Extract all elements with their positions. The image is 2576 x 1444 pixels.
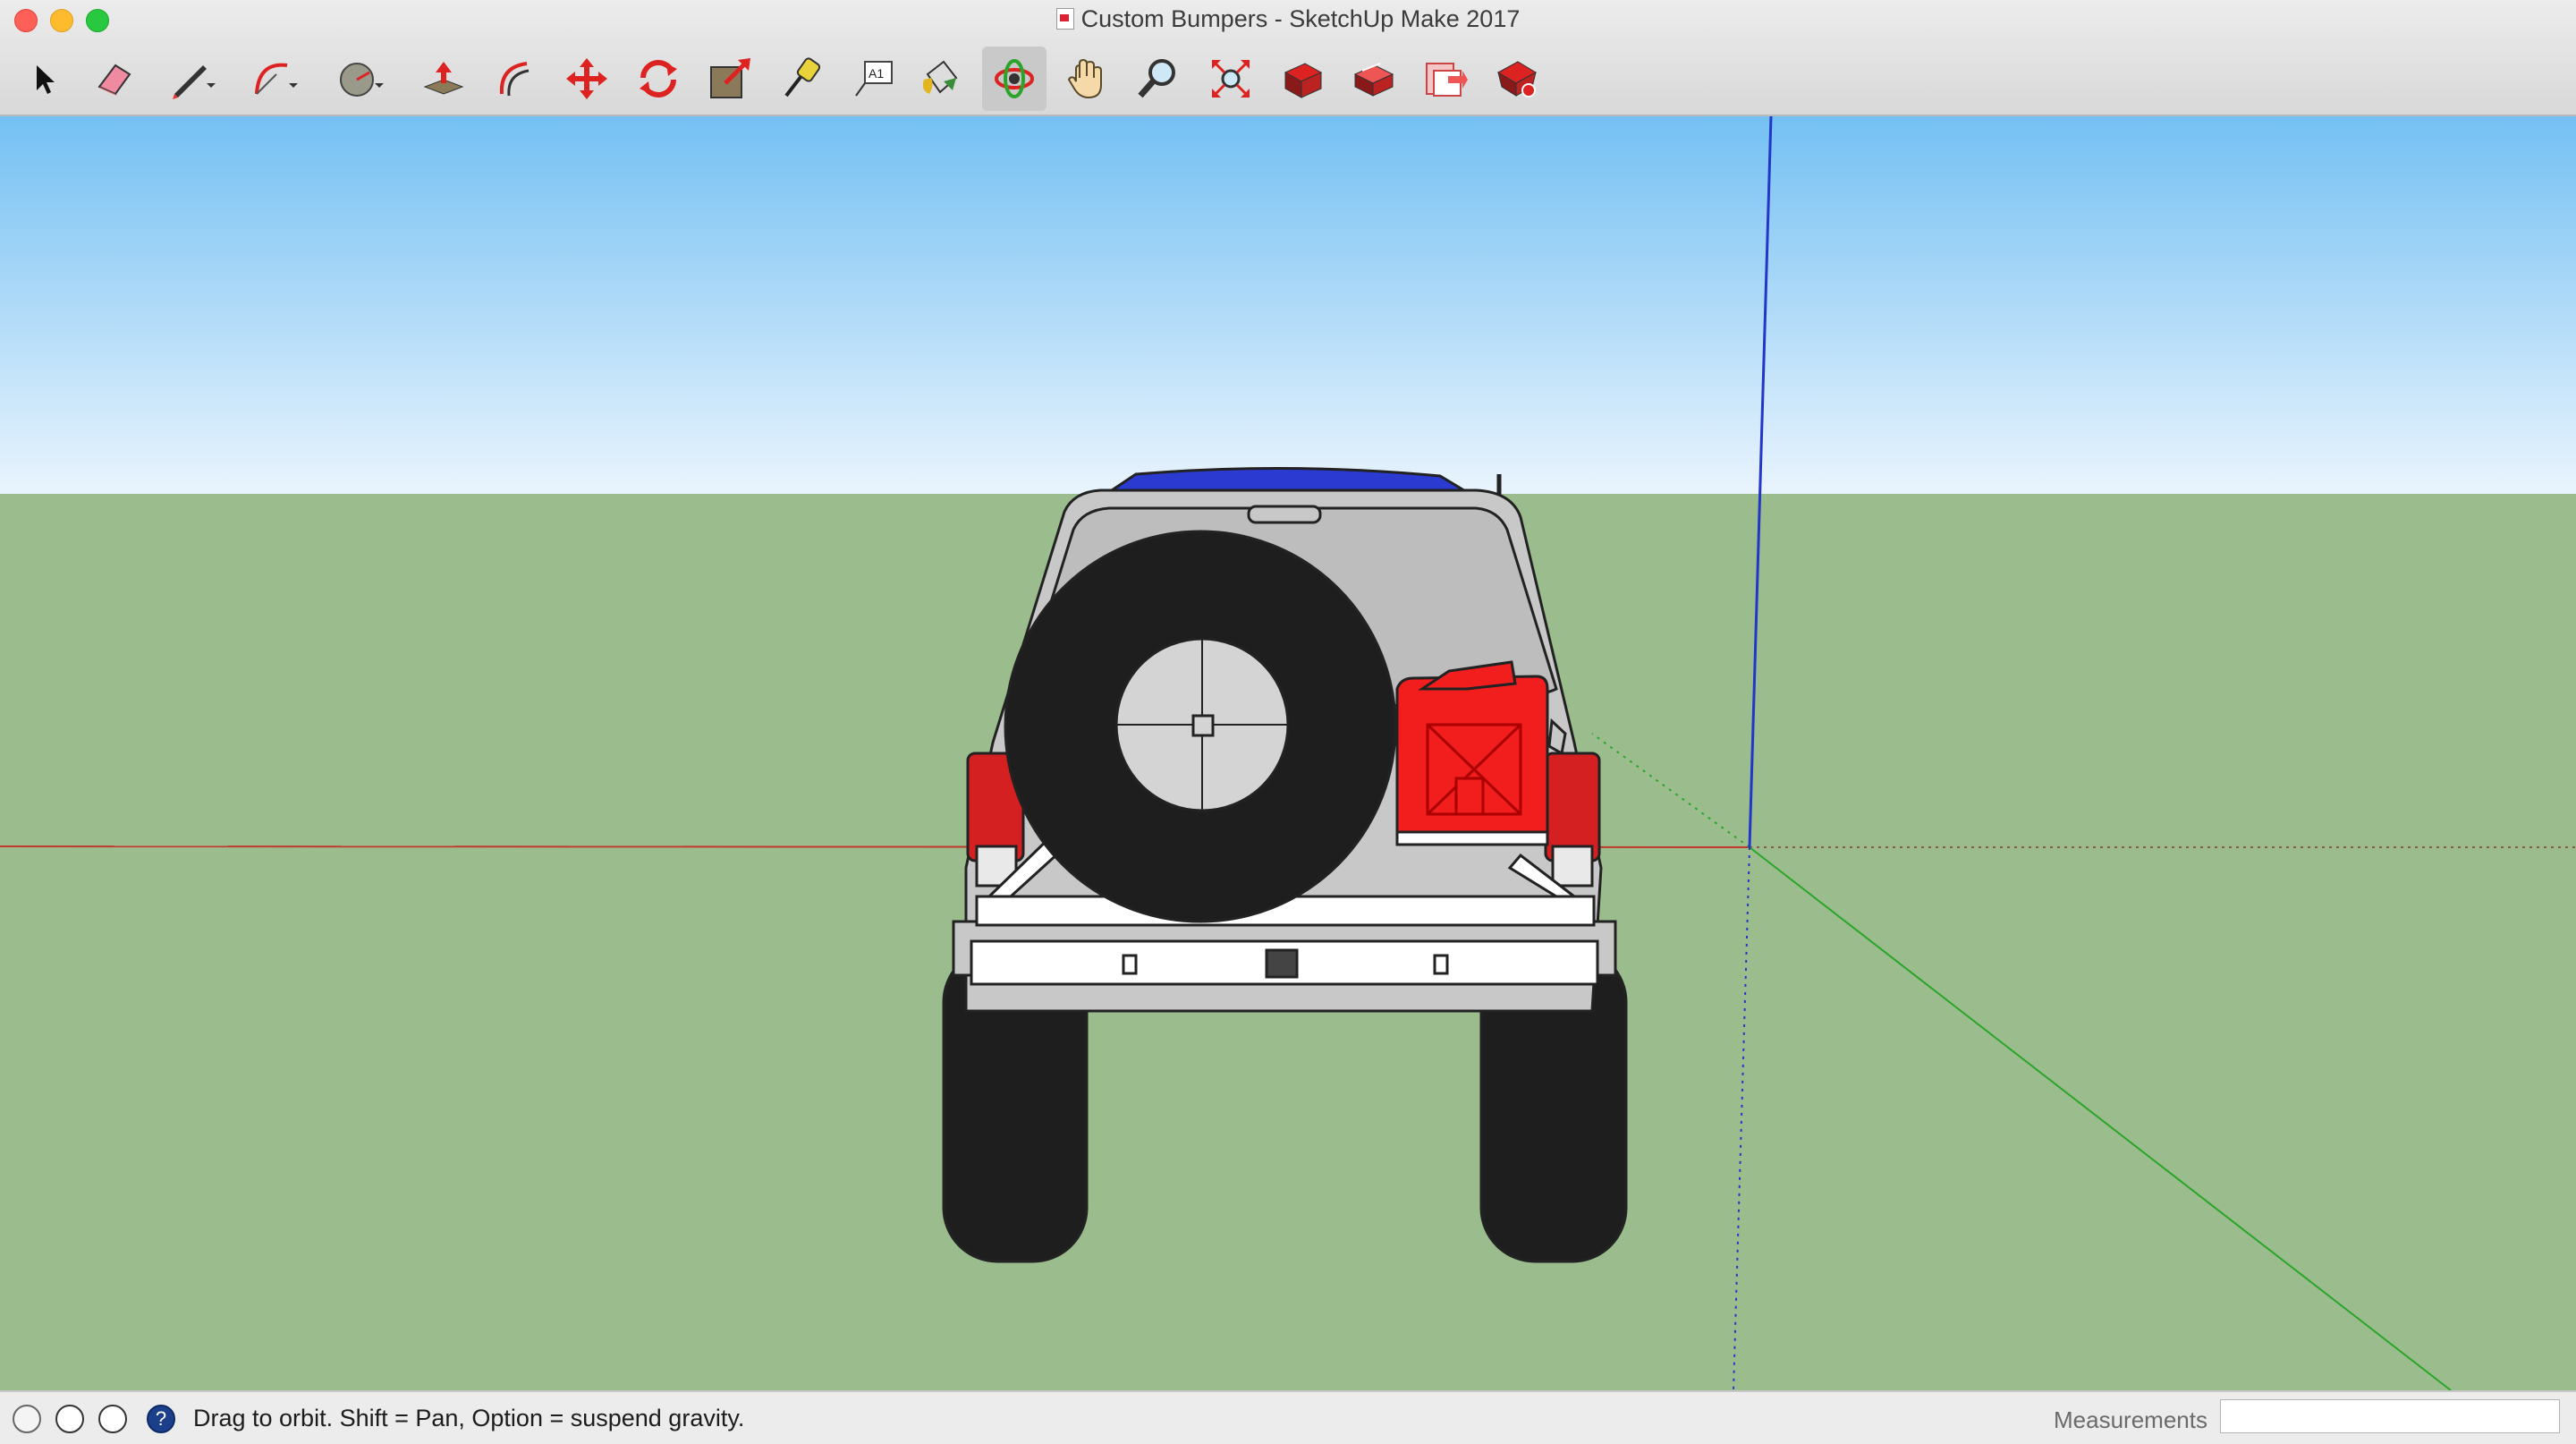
tape-measure-icon bbox=[784, 57, 821, 98]
zoom-icon bbox=[1138, 59, 1175, 98]
eraser-icon bbox=[97, 64, 131, 96]
pan-tool-button[interactable] bbox=[1055, 47, 1120, 111]
right-bumper-mount bbox=[1433, 954, 1449, 975]
push-pull-icon bbox=[423, 62, 464, 95]
text-icon: A1 bbox=[855, 61, 893, 97]
move-tool-button[interactable] bbox=[555, 47, 619, 111]
zoom-extents-tool-button[interactable] bbox=[1199, 47, 1263, 111]
hitch-receiver bbox=[1265, 948, 1299, 979]
paint-bucket-icon bbox=[922, 60, 958, 94]
measurements-label: Measurements bbox=[2054, 1406, 2207, 1433]
sketchup-window: Custom Bumpers - SketchUp Make 2017 A1 ?… bbox=[0, 0, 2576, 1444]
extension-warehouse-button[interactable] bbox=[1485, 47, 1549, 111]
left-bumper-mount bbox=[1122, 954, 1138, 975]
instructor-help-icon[interactable]: ? bbox=[147, 1405, 175, 1433]
paint-bucket-tool-button[interactable] bbox=[909, 47, 973, 111]
rotate-icon bbox=[640, 60, 677, 98]
select-arrow-icon bbox=[37, 65, 55, 94]
jerry-can-label-area bbox=[1454, 777, 1485, 816]
window-title: Custom Bumpers - SketchUp Make 2017 bbox=[0, 5, 2576, 33]
user-account-icon[interactable] bbox=[98, 1405, 127, 1433]
orbit-icon bbox=[995, 59, 1034, 98]
wheel-hub bbox=[1191, 714, 1215, 737]
share-model-icon bbox=[1353, 63, 1394, 97]
right-reverse-light bbox=[1551, 845, 1594, 888]
extension-warehouse-icon bbox=[1496, 61, 1538, 98]
main-toolbar: A1 bbox=[0, 41, 2576, 113]
text-tool-glyph: A1 bbox=[869, 66, 884, 81]
circle-shape-icon bbox=[340, 63, 384, 97]
tape-measure-tool-button[interactable] bbox=[769, 47, 834, 111]
offset-tool-button[interactable] bbox=[483, 47, 547, 111]
pencil-icon bbox=[173, 65, 216, 99]
extension-manager-icon bbox=[1426, 63, 1468, 97]
third-brake-light bbox=[1247, 505, 1322, 524]
right-tail-light bbox=[1544, 752, 1601, 862]
orbit-tool-button[interactable] bbox=[982, 47, 1046, 111]
pan-hand-icon bbox=[1067, 58, 1102, 99]
zoom-tool-button[interactable] bbox=[1125, 47, 1190, 111]
geo-location-icon[interactable] bbox=[13, 1405, 41, 1433]
share-model-button[interactable] bbox=[1342, 47, 1406, 111]
3d-warehouse-button[interactable] bbox=[1270, 47, 1335, 111]
offset-icon bbox=[499, 62, 530, 97]
credits-icon[interactable] bbox=[55, 1405, 84, 1433]
eraser-tool-button[interactable] bbox=[82, 47, 147, 111]
text-tool-button[interactable]: A1 bbox=[841, 47, 905, 111]
measurements-field[interactable] bbox=[2220, 1399, 2560, 1433]
rotate-tool-button[interactable] bbox=[626, 47, 691, 111]
arc-tool-button[interactable] bbox=[242, 47, 306, 111]
title-bar: Custom Bumpers - SketchUp Make 2017 A1 bbox=[0, 0, 2576, 116]
status-hint: Drag to orbit. Shift = Pan, Option = sus… bbox=[193, 1405, 745, 1431]
model-viewport bbox=[0, 116, 2576, 1390]
status-bar: ? Drag to orbit. Shift = Pan, Option = s… bbox=[0, 1390, 2576, 1444]
zoom-extents-icon bbox=[1212, 60, 1250, 98]
line-tool-button[interactable] bbox=[159, 47, 224, 111]
3d-warehouse-icon bbox=[1284, 63, 1323, 98]
scale-tool-button[interactable] bbox=[698, 47, 762, 111]
scale-icon bbox=[710, 58, 750, 98]
move-icon bbox=[566, 58, 607, 99]
arc-icon bbox=[255, 63, 298, 95]
push-pull-tool-button[interactable] bbox=[411, 47, 476, 111]
window-title-text: Custom Bumpers - SketchUp Make 2017 bbox=[1080, 5, 1521, 32]
drawing-area[interactable] bbox=[0, 116, 2576, 1390]
document-icon bbox=[1055, 8, 1074, 30]
shape-tool-button[interactable] bbox=[327, 47, 392, 111]
sky bbox=[0, 116, 2576, 494]
select-tool-button[interactable] bbox=[11, 47, 75, 111]
extension-manager-button[interactable] bbox=[1413, 47, 1478, 111]
